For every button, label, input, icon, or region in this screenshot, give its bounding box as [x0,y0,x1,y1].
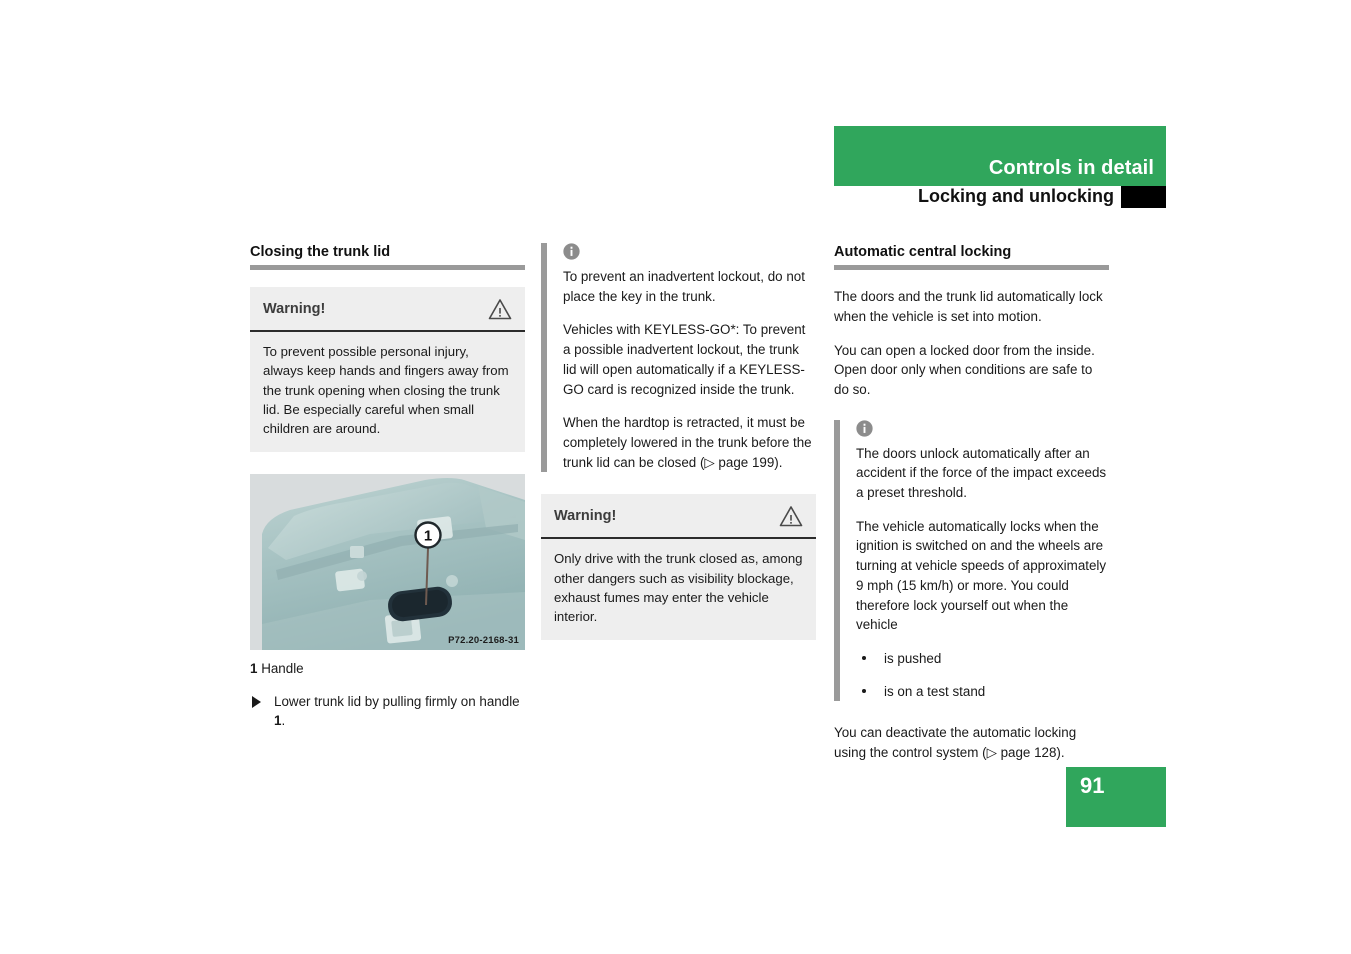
warning-box-drive-closed: Warning! Only drive with the trunk close… [541,494,816,641]
page-number-badge: 91 [1066,767,1166,827]
left-column: Closing the trunk lid Warning! To preven… [250,243,525,731]
note-paragraph: To prevent an inadvertent lockout, do no… [563,269,805,304]
left-section-rule [250,265,525,271]
list-item: is pushed [856,649,1109,669]
note-paragraph: When the hardtop is retracted, it must b… [563,415,812,470]
note-accent-bar [834,419,840,702]
warning-box-body: Only drive with the trunk closed as, amo… [541,539,816,640]
note-paragraph: Vehicles with KEYLESS-GO*: To prevent a … [563,322,806,397]
section-title: Locking and unlocking [917,186,1114,206]
info-circle-icon [856,420,873,437]
warning-box-body: To prevent possible personal injury, alw… [250,332,525,452]
chapter-title: Controls in detail [988,157,1154,179]
thumb-index-tab [1121,186,1166,208]
step-text-end: . [281,713,286,729]
trunk-handle-illustration: 1 [250,474,525,651]
body-paragraph: The doors and the trunk lid automaticall… [834,289,1103,324]
chapter-header-band: Controls in detail [834,126,1166,186]
instruction-step: Lower trunk lid by pulling firmly on han… [250,692,525,731]
note-bullet-list: is pushed is on a test stand [856,649,1109,701]
note-accent-bar [541,243,547,473]
note-paragraph: The doors unlock automatically after an … [856,445,1107,501]
page-number: 91 [1080,773,1105,798]
note-paragraph: The vehicle automatically locks when the… [856,518,1107,633]
step-arrow-icon [252,695,261,708]
warning-box-header: Warning! [541,494,816,540]
warning-triangle-icon [779,506,803,527]
trunk-handle-figure: 1 P72.20-2168-31 [250,474,525,651]
figure-legend: 1 Handle [250,659,525,679]
list-item: is on a test stand [856,682,1109,702]
section-header-band: Locking and unlocking [834,186,1166,210]
warning-box-trunk-lid: Warning! To prevent possible personal in… [250,287,525,453]
warning-label: Warning! [554,508,617,525]
step-text: Lower trunk lid by pulling firmly on han… [274,693,520,709]
bullet-dot-icon [862,688,866,693]
left-section-heading: Closing the trunk lid [250,244,391,260]
warning-triangle-icon [488,299,512,320]
list-item-label: is pushed [884,650,942,666]
info-circle-icon [563,243,580,260]
middle-column: To prevent an inadvertent lockout, do no… [541,243,816,662]
warning-text: Only drive with the trunk closed as, amo… [554,551,803,625]
body-paragraph: You can open a locked door from the insi… [834,342,1095,397]
warning-text: To prevent possible personal injury, alw… [263,344,509,437]
right-section-heading: Automatic central locking [834,244,1012,260]
right-column: Automatic central locking The doors and … [834,243,1109,777]
figure-callout-number: 1 [424,528,432,545]
warning-label: Warning! [263,301,326,318]
figure-legend-number: 1 [250,661,258,677]
closing-paragraph: You can deactivate the automatic locking… [834,725,1077,761]
note-block-auto-lock: The doors unlock automatically after an … [834,419,1109,702]
right-section-rule [834,265,1109,271]
warning-box-header: Warning! [250,287,525,333]
bullet-dot-icon [862,655,866,660]
figure-code: P72.20-2168-31 [448,635,519,647]
list-item-label: is on a test stand [884,683,986,699]
figure-legend-label: Handle [261,661,304,677]
note-block-trunk-key: To prevent an inadvertent lockout, do no… [541,243,816,473]
